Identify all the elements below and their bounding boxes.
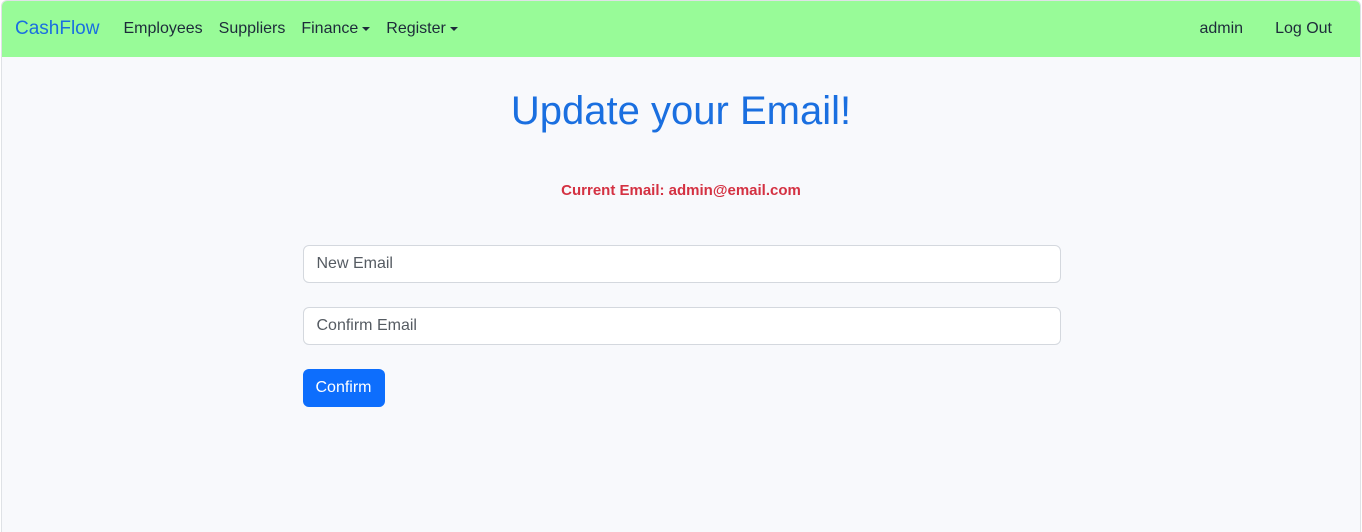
app-window: CashFlow Employees Suppliers Finance Reg…	[1, 0, 1361, 532]
nav-user-link[interactable]: admin	[1183, 20, 1259, 38]
nav-right-group: admin Log Out	[1183, 20, 1347, 38]
top-navbar: CashFlow Employees Suppliers Finance Reg…	[2, 1, 1360, 57]
brand-link[interactable]: CashFlow	[15, 18, 99, 40]
caret-down-icon	[362, 27, 371, 31]
main-content: Update your Email! Current Email: admin@…	[2, 87, 1360, 407]
confirm-button[interactable]: Confirm	[302, 369, 385, 407]
nav-link-suppliers[interactable]: Suppliers	[211, 20, 294, 38]
nav-dropdown-finance-label: Finance	[301, 20, 359, 37]
nav-link-employees[interactable]: Employees	[115, 20, 210, 38]
nav-left-group: CashFlow Employees Suppliers Finance Reg…	[15, 18, 466, 40]
nav-dropdown-finance[interactable]: Finance	[293, 20, 378, 38]
logout-link[interactable]: Log Out	[1259, 20, 1347, 38]
caret-down-icon	[449, 27, 458, 31]
page-title: Update your Email!	[510, 89, 852, 133]
confirm-email-input[interactable]	[302, 307, 1061, 345]
new-email-input[interactable]	[302, 245, 1061, 283]
update-email-form: Confirm	[302, 245, 1061, 407]
current-email-text: Current Email: admin@email.com	[561, 182, 801, 199]
nav-dropdown-register[interactable]: Register	[378, 20, 466, 38]
nav-dropdown-register-label: Register	[386, 20, 446, 37]
